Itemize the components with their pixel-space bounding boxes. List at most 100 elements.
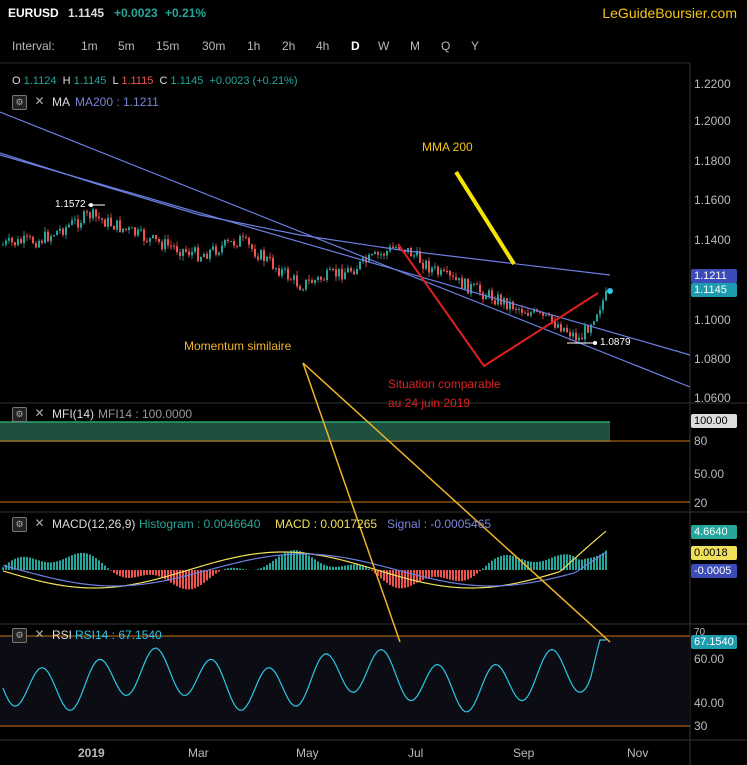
macd-bar (422, 570, 424, 580)
candle-body (62, 228, 64, 235)
mfi-name: MFI(14) (52, 407, 94, 421)
macd-bar (542, 560, 544, 570)
macd-bar (467, 570, 469, 580)
candle-body (308, 279, 310, 281)
ma-close-icon[interactable]: ✕ (33, 95, 46, 108)
rsi-close-icon[interactable]: ✕ (33, 628, 46, 641)
candle-body (464, 278, 466, 290)
chart-canvas[interactable] (0, 0, 747, 765)
candle-body (344, 272, 346, 280)
candle-body (425, 260, 427, 269)
mma-annotation: MMA 200 (422, 140, 473, 154)
candle-body (53, 235, 55, 237)
ma-settings-icon[interactable]: ⚙ (12, 95, 27, 110)
candle-body (182, 249, 184, 256)
candle-body (275, 268, 277, 270)
candle-body (260, 249, 262, 260)
candle-body (116, 220, 118, 230)
candle-body (155, 235, 157, 240)
candle-body (179, 252, 181, 256)
time-label: Sep (513, 746, 535, 760)
rsi-settings-icon[interactable]: ⚙ (12, 628, 27, 643)
candle-body (326, 269, 328, 281)
candle-body (263, 249, 265, 262)
macd-bar (101, 562, 103, 570)
time-label: May (296, 746, 319, 760)
candle-body (137, 229, 139, 236)
macd-bar (77, 553, 79, 570)
last-price-badge: 1.1145 (691, 283, 737, 297)
mfi-settings-icon[interactable]: ⚙ (12, 407, 27, 422)
macd-bar (140, 570, 142, 577)
channel-line-middle (0, 154, 691, 356)
candle-body (518, 308, 520, 310)
candle-body (506, 298, 508, 310)
macd-bar (122, 570, 124, 578)
candle-body (449, 270, 451, 276)
candle-body (56, 230, 58, 236)
macd-bar (491, 560, 493, 570)
candle-body (11, 237, 13, 243)
candle-body (332, 269, 334, 271)
macd-bar (386, 570, 388, 584)
candle-body (266, 257, 268, 262)
macd-bar (104, 565, 106, 570)
macd-signal-badge: -0.0005 (691, 564, 737, 578)
candle-body (140, 229, 142, 231)
macd-bar (320, 563, 322, 570)
rsi-tick: 60.00 (694, 652, 725, 666)
candle-body (302, 289, 304, 291)
candle-body (407, 247, 409, 253)
macd-bar (479, 570, 481, 572)
macd-bar (473, 570, 475, 576)
macd-bar (209, 570, 211, 579)
macd-bar (158, 570, 160, 577)
candle-body (146, 240, 148, 242)
candle-body (128, 227, 130, 230)
macd-settings-icon[interactable]: ⚙ (12, 517, 27, 532)
candle-body (113, 225, 115, 230)
candle-body (491, 290, 493, 301)
candle-body (38, 240, 40, 248)
macd-close-icon[interactable]: ✕ (33, 517, 46, 530)
candle-body (200, 257, 202, 262)
macd-bar (119, 570, 121, 577)
macd-bar (446, 570, 448, 579)
macd-bar (65, 557, 67, 570)
macd-bar (161, 570, 163, 578)
candle-body (605, 290, 607, 301)
macd-bar (470, 570, 472, 578)
macd-bar (134, 570, 136, 578)
macd-bar (8, 562, 10, 570)
macd-bar (152, 570, 154, 575)
candle-body (554, 321, 556, 328)
macd-bar (242, 569, 244, 570)
mfi-badge: 100.00 (691, 414, 737, 428)
candle-body (35, 243, 37, 248)
macd-bar (410, 570, 412, 586)
macd-bar (452, 570, 454, 581)
macd-bar (590, 557, 592, 570)
macd-bar (428, 570, 430, 578)
rsi-band (0, 636, 690, 726)
candle-body (440, 269, 442, 275)
macd-bar (353, 564, 355, 570)
mfi-close-icon[interactable]: ✕ (33, 407, 46, 420)
candle-body (107, 217, 109, 227)
candle-body (422, 262, 424, 269)
candle-body (236, 245, 238, 247)
macd-badge: 0.0018 (691, 546, 737, 560)
macd-bar (155, 570, 157, 576)
macd-bar (116, 570, 118, 575)
macd-bar (191, 570, 193, 590)
candle-body (98, 216, 100, 219)
macd-bar (275, 558, 277, 570)
mfi-tick: 20 (694, 496, 708, 510)
candle-body (158, 239, 160, 242)
price-tick: 1.1000 (694, 313, 731, 327)
candle-body (545, 314, 547, 316)
price-tick: 1.0600 (694, 391, 731, 405)
candle-body (134, 227, 136, 236)
candle-body (446, 270, 448, 272)
ma-name: MA (52, 95, 70, 109)
